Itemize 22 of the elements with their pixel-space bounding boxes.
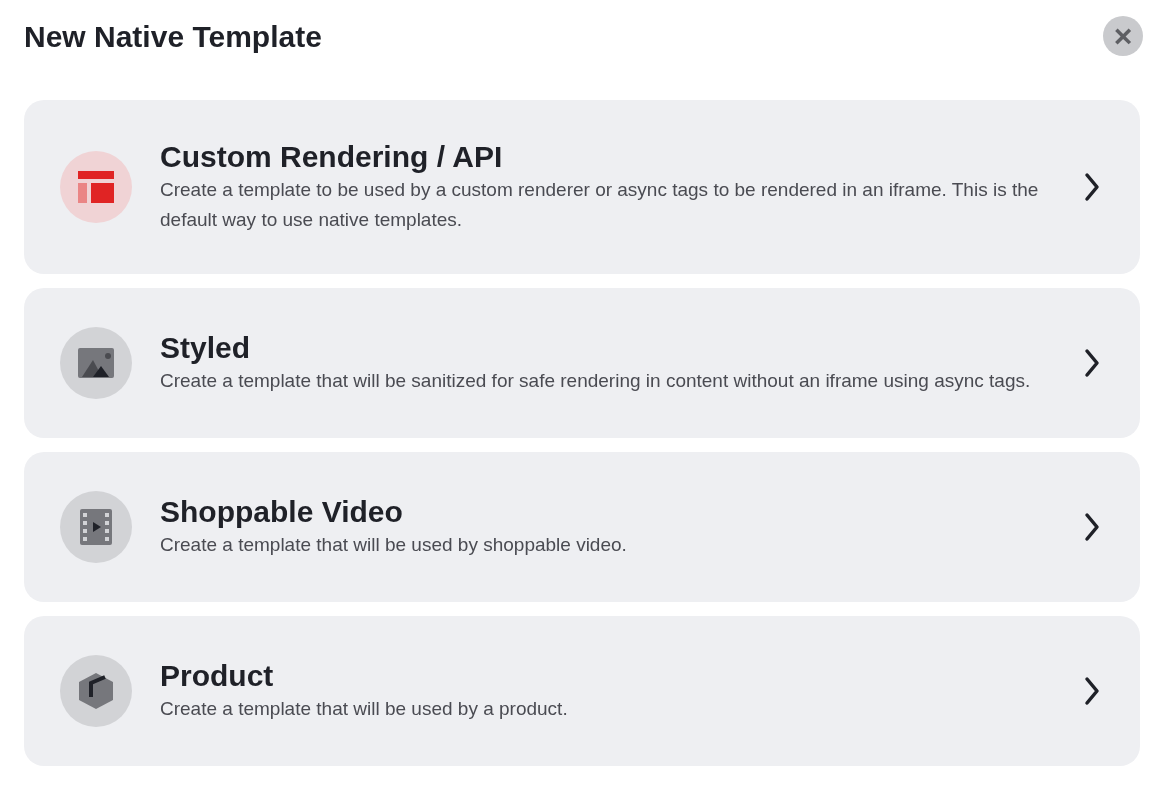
- option-title: Product: [160, 658, 275, 694]
- option-title: Shoppable Video: [160, 494, 404, 530]
- chevron-right-icon: [1084, 512, 1100, 542]
- film-icon: [80, 509, 112, 545]
- option-card[interactable]: Product Create a template that will be used by a product.: [24, 616, 1140, 766]
- image-icon: [78, 348, 114, 378]
- option-card[interactable]: Shoppable Video Create a template that will be used by shoppable video.: [24, 452, 1140, 602]
- option-description: Create a template that will be sanitized for safe rendering in content without an iframe using async tags.: [160, 369, 1032, 393]
- option-description: Create a template that will be used by shoppable video.: [160, 533, 628, 557]
- option-description: Create a template to be used by a custom renderer or async tags to be rendered in an iframe. This is the default way to use native templates.: [160, 178, 1040, 232]
- chevron-right-icon: [1084, 172, 1100, 202]
- option-title: Custom Rendering / API: [160, 139, 504, 175]
- option-description: Create a template that will be used by a product.: [160, 697, 569, 721]
- option-card[interactable]: Styled Create a template that will be sanitized for safe rendering in content without an iframe using async tags.: [24, 288, 1140, 438]
- dialog-title: New Native Template: [24, 18, 322, 55]
- layout-icon: [78, 171, 114, 203]
- close-button[interactable]: ×: [1103, 16, 1143, 56]
- option-card[interactable]: Custom Rendering / API Create a template to be used by a custom renderer or async tags to be rendered in an iframe. This is the default way to use native templates.: [24, 100, 1140, 274]
- option-title: Styled: [160, 330, 252, 366]
- chevron-right-icon: [1084, 676, 1100, 706]
- chevron-right-icon: [1084, 348, 1100, 378]
- cube-icon: [79, 673, 113, 709]
